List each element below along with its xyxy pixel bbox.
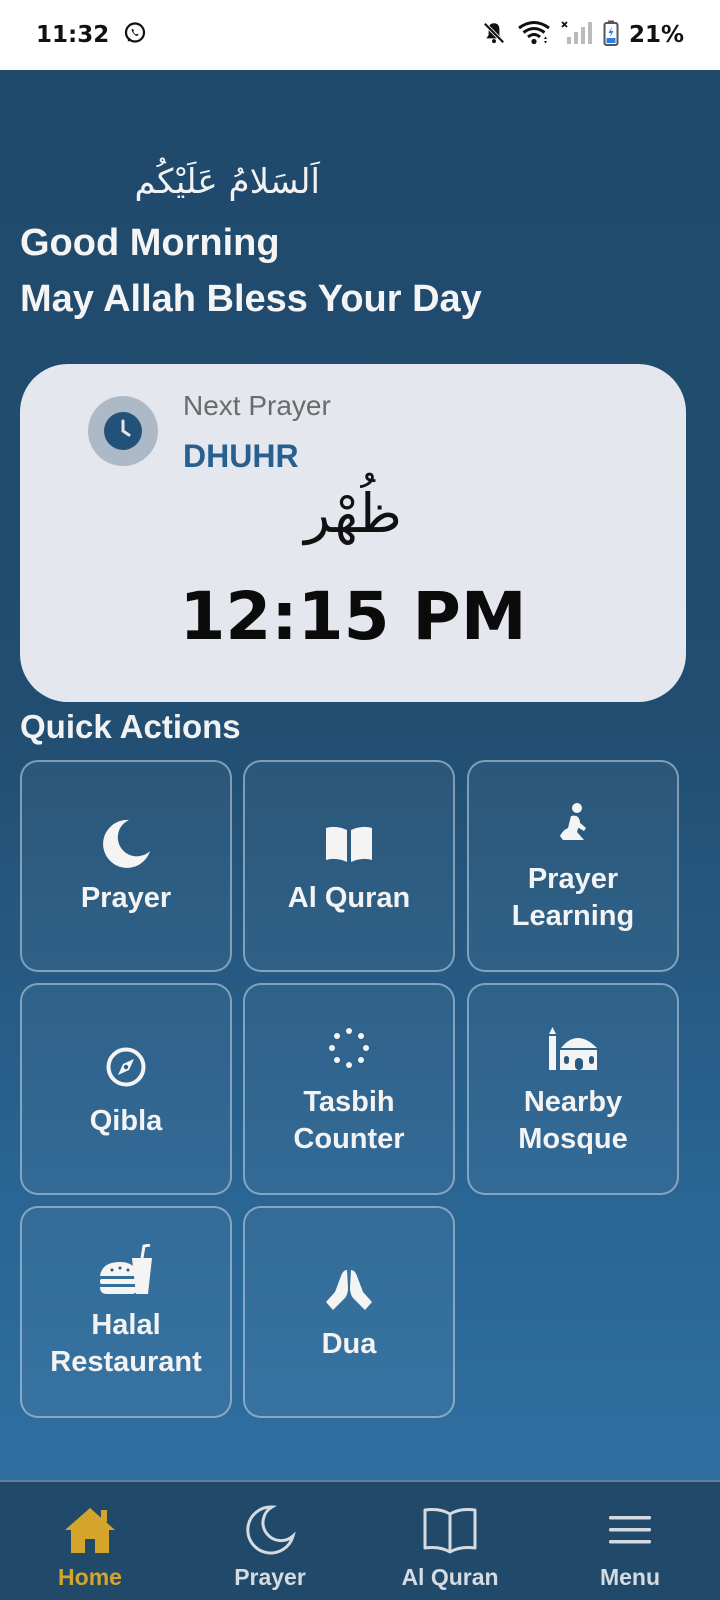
home-icon [63,1502,117,1558]
next-prayer-arabic: ظُهْر [304,482,402,545]
quick-action-label: Dua [321,1327,377,1360]
book-icon [422,1502,478,1558]
quick-action-label: Al Quran [287,881,411,914]
quick-action-dua[interactable]: Dua [243,1206,455,1418]
next-prayer-label: Next Prayer [183,390,331,421]
bottom-navigation: Home Prayer Al Quran Menu [0,1480,720,1600]
nav-prayer[interactable]: Prayer [180,1482,360,1600]
status-bar: 11:32 21% [0,0,720,70]
nav-home[interactable]: Home [0,1482,180,1600]
next-prayer-card[interactable]: Next Prayer DHUHR ظُهْر 12:15 PM [20,364,686,702]
greeting-title: Good Morning [20,222,280,264]
quick-action-label: Nearby Mosque [518,1086,628,1155]
quick-action-prayer-learning[interactable]: Prayer Learning [467,760,679,972]
status-time: 11:32 [36,22,110,48]
quick-actions-title: Quick Actions [20,708,241,745]
quick-action-label: Qibla [89,1104,163,1137]
quick-action-label: Prayer [80,881,172,914]
clock-icon [88,396,158,466]
quick-action-qibla[interactable]: Qibla [20,983,232,1195]
greeting-arabic: اَلسَلامُ عَلَيْكُم [134,162,321,202]
greeting-subtitle: May Allah Bless Your Day [20,278,482,320]
food-icon [98,1243,154,1299]
mosque-icon [547,1020,599,1076]
menu-icon [608,1502,652,1558]
mute-icon [481,20,507,51]
praying-hands-icon [323,1262,375,1318]
quick-action-label: Prayer Learning [511,863,635,932]
signal-icon [561,20,593,51]
quick-action-tasbih-counter[interactable]: Tasbih Counter [243,983,455,1195]
praying-person-icon [553,797,593,853]
beads-icon [328,1020,370,1076]
nav-label: Prayer [234,1564,306,1590]
nav-menu[interactable]: Menu [540,1482,720,1600]
nav-label: Menu [599,1564,661,1590]
quick-action-prayer[interactable]: Prayer [20,760,232,972]
book-icon [324,816,374,872]
quick-action-label: Halal Restaurant [50,1309,202,1378]
wifi-icon [517,20,551,51]
home-screen: اَلسَلامُ عَلَيْكُم Good Morning May All… [0,70,720,1480]
battery-icon [603,20,619,51]
next-prayer-name: DHUHR [183,438,299,474]
quick-action-label: Tasbih Counter [293,1086,405,1155]
nav-label: Al Quran [401,1564,499,1590]
moon-icon [99,816,153,872]
whatsapp-icon [123,21,147,50]
battery-percentage: 21% [628,22,684,48]
nav-al-quran[interactable]: Al Quran [360,1482,540,1600]
quick-action-halal-restaurant[interactable]: Halal Restaurant [20,1206,232,1418]
compass-icon [105,1039,147,1095]
nav-label: Home [58,1564,122,1590]
quick-action-al-quran[interactable]: Al Quran [243,760,455,972]
quick-action-nearby-mosque[interactable]: Nearby Mosque [467,983,679,1195]
next-prayer-time: 12:15 PM [179,578,527,655]
moon-icon [244,1502,296,1558]
